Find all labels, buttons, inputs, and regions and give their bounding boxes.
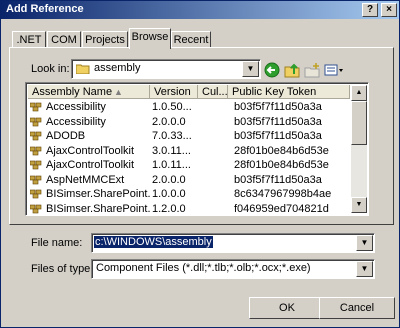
list-item[interactable]: BISimser.SharePoint.... 1.0.0.0 8c63479679… bbox=[28, 187, 348, 202]
assembly-version: 7.0.33... bbox=[152, 130, 192, 142]
back-icon[interactable] bbox=[263, 61, 281, 79]
assembly-name: Accessibility bbox=[46, 101, 106, 113]
chevron-down-icon[interactable]: ▼ bbox=[356, 235, 373, 251]
file-name-value: c:\WINDOWS\assembly bbox=[94, 236, 213, 248]
assembly-name: AjaxControlToolkit bbox=[46, 159, 135, 171]
assembly-name: Accessibility bbox=[46, 115, 106, 128]
folder-icon bbox=[76, 64, 90, 74]
assembly-icon bbox=[30, 204, 42, 213]
column-header-version[interactable]: Version bbox=[150, 85, 198, 99]
assembly-token: b03f5f7f11d50a3a bbox=[234, 130, 322, 142]
assembly-list[interactable]: Assembly Name ▲ Version Cul... Public Ke… bbox=[25, 82, 369, 216]
list-item[interactable]: AspNetMMCExt 2.0.0.0 b03f5f7f11d50a3a bbox=[28, 173, 348, 188]
column-label: Assembly Name bbox=[32, 86, 113, 98]
assembly-icon bbox=[30, 160, 42, 170]
list-item[interactable]: BISimser.SharePoint.... 1.2.0.0 f046959ed7… bbox=[28, 202, 348, 216]
ok-label: OK bbox=[279, 302, 295, 314]
list-item[interactable]: ADODB 7.0.33... b03f5f7f11d50a3a bbox=[28, 129, 348, 144]
assembly-icon bbox=[30, 102, 42, 112]
assembly-version: 2.0.0.0 bbox=[152, 173, 186, 186]
assembly-token: 28f01b0e84b6d53e bbox=[234, 144, 329, 157]
assembly-version: 1.0.11... bbox=[152, 159, 191, 171]
help-button[interactable]: ? bbox=[362, 3, 378, 17]
tab-com[interactable]: COM bbox=[47, 31, 81, 48]
assembly-token: 8c6347967998b4ae bbox=[234, 188, 332, 200]
tab-browse[interactable]: Browse bbox=[129, 28, 171, 49]
assembly-token: b03f5f7f11d50a3a bbox=[234, 101, 322, 113]
file-type-select[interactable]: Component Files (*.dll;*.tlb;*.olb;*.ocx… bbox=[91, 259, 375, 279]
up-folder-icon[interactable] bbox=[283, 61, 301, 79]
title-bar[interactable]: Add Reference ? × bbox=[1, 1, 399, 19]
assembly-name: BISimser.SharePoint.... bbox=[46, 188, 150, 200]
tab-label: Projects bbox=[85, 34, 125, 46]
window-title: Add Reference bbox=[6, 3, 84, 15]
ok-button[interactable]: OK bbox=[249, 297, 325, 319]
assembly-icon bbox=[30, 146, 42, 155]
column-header-assembly-name[interactable]: Assembly Name ▲ bbox=[28, 85, 150, 99]
close-icon: × bbox=[386, 4, 392, 15]
column-label: Cul... bbox=[202, 86, 228, 98]
assembly-token: 28f01b0e84b6d53e bbox=[234, 159, 329, 171]
assembly-version: 2.0.0.0 bbox=[152, 115, 186, 128]
assembly-name: BISimser.SharePoint.... bbox=[46, 202, 150, 215]
list-item[interactable]: Accessibility 1.0.50... b03f5f7f11d50a3a bbox=[28, 100, 348, 115]
assembly-version: 1.0.50... bbox=[152, 101, 192, 113]
add-reference-dialog: Add Reference ? × .NET COM Projects Brow… bbox=[0, 0, 400, 328]
assembly-version: 1.2.0.0 bbox=[152, 202, 186, 215]
list-item[interactable]: Accessibility 2.0.0.0 b03f5f7f11d50a3a bbox=[28, 115, 348, 130]
list-item[interactable]: AjaxControlToolkit 3.0.11... 28f01b0e84b6d… bbox=[28, 144, 348, 159]
column-label: Version bbox=[154, 86, 191, 98]
look-in-value: assembly bbox=[94, 62, 141, 74]
chevron-down-icon[interactable]: ▼ bbox=[356, 261, 373, 277]
views-menu-icon[interactable] bbox=[323, 61, 345, 79]
look-in-combo[interactable]: assembly ▼ bbox=[71, 59, 261, 79]
tab-net[interactable]: .NET bbox=[12, 31, 46, 48]
assembly-token: b03f5f7f11d50a3a bbox=[234, 115, 322, 128]
scroll-thumb[interactable] bbox=[351, 101, 367, 145]
assembly-name: AspNetMMCExt bbox=[46, 173, 125, 186]
tab-recent[interactable]: Recent bbox=[171, 31, 211, 48]
column-label: Public Key Token bbox=[232, 86, 317, 98]
assembly-icon bbox=[30, 131, 42, 141]
assembly-token: b03f5f7f11d50a3a bbox=[234, 173, 322, 186]
column-header-culture[interactable]: Cul... bbox=[198, 85, 228, 99]
file-type-value: Component Files (*.dll;*.tlb;*.olb;*.ocx… bbox=[96, 262, 311, 274]
close-button[interactable]: × bbox=[381, 3, 397, 17]
assembly-version: 1.0.0.0 bbox=[152, 188, 186, 200]
scroll-up-icon[interactable]: ▲ bbox=[351, 85, 367, 101]
scroll-down-icon[interactable]: ▼ bbox=[351, 197, 367, 213]
cancel-label: Cancel bbox=[339, 302, 375, 314]
tab-label: COM bbox=[51, 34, 77, 46]
file-name-label: File name: bbox=[31, 237, 83, 249]
assembly-name: AjaxControlToolkit bbox=[46, 144, 135, 157]
tab-projects[interactable]: Projects bbox=[82, 31, 128, 48]
tab-label: Browse bbox=[131, 31, 169, 43]
chevron-down-icon[interactable]: ▼ bbox=[242, 61, 259, 77]
assembly-icon bbox=[30, 189, 42, 199]
tab-label: .NET bbox=[16, 34, 42, 46]
file-name-field[interactable]: c:\WINDOWS\assembly ▼ bbox=[91, 233, 375, 253]
file-type-label: Files of type: bbox=[31, 263, 94, 275]
tab-label: Recent bbox=[173, 34, 209, 46]
new-folder-icon[interactable] bbox=[303, 61, 321, 79]
list-item[interactable]: AjaxControlToolkit 1.0.11... 28f01b0e84b6d… bbox=[28, 158, 348, 173]
assembly-icon bbox=[30, 117, 42, 126]
list-scrollbar[interactable]: ▲ ▼ bbox=[351, 85, 367, 213]
assembly-name: ADODB bbox=[46, 130, 86, 142]
cancel-button[interactable]: Cancel bbox=[319, 297, 395, 319]
column-header-public-key-token[interactable]: Public Key Token bbox=[228, 85, 350, 99]
sort-ascending-icon: ▲ bbox=[114, 87, 123, 97]
look-in-label: Look in: bbox=[31, 63, 70, 75]
assembly-icon bbox=[30, 175, 42, 184]
help-icon: ? bbox=[366, 4, 374, 15]
assembly-version: 3.0.11... bbox=[152, 144, 191, 157]
assembly-token: f046959ed704821d bbox=[234, 202, 329, 215]
